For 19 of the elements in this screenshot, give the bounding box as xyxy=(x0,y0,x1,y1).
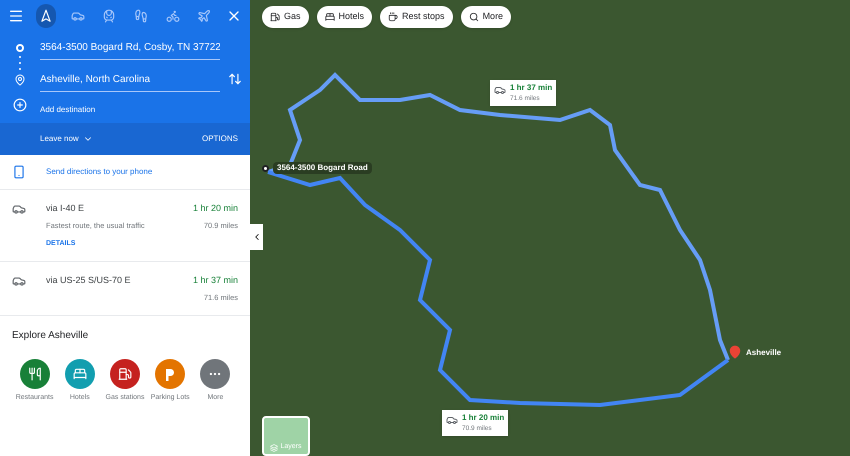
options-button[interactable]: OPTIONS xyxy=(202,133,238,145)
map-filter-chip[interactable]: More xyxy=(460,6,512,28)
destination-map-label: Asheville xyxy=(746,347,782,359)
map-filter-chip[interactable]: Gas xyxy=(262,6,309,28)
callout-time: 1 hr 20 min xyxy=(462,412,504,424)
route-name: via I-40 E xyxy=(46,202,84,215)
leave-now-dropdown[interactable]: Leave now xyxy=(40,133,93,145)
explore-title: Explore Asheville xyxy=(12,329,90,343)
callout-time: 1 hr 37 min xyxy=(510,82,552,94)
send-directions-link[interactable]: Send directions to your phone xyxy=(46,166,152,178)
route-time: 1 hr 37 min xyxy=(192,274,238,288)
origin-input-field[interactable]: 3564-3500 Bogard Rd, Cosby, TN 37722 xyxy=(40,36,220,60)
destination-input-field[interactable]: Asheville, North Carolina xyxy=(40,68,220,92)
route-time: 1 hr 20 min xyxy=(192,202,238,215)
add-destination-link[interactable]: Add destination xyxy=(40,104,220,116)
origin-map-label: 3564-3500 Bogard Road xyxy=(273,162,372,174)
map-filter-chip[interactable]: Rest stops xyxy=(380,6,453,28)
route-name: via US-25 S/US-70 E xyxy=(46,274,131,288)
map-filter-chip[interactable]: Hotels xyxy=(316,6,372,28)
